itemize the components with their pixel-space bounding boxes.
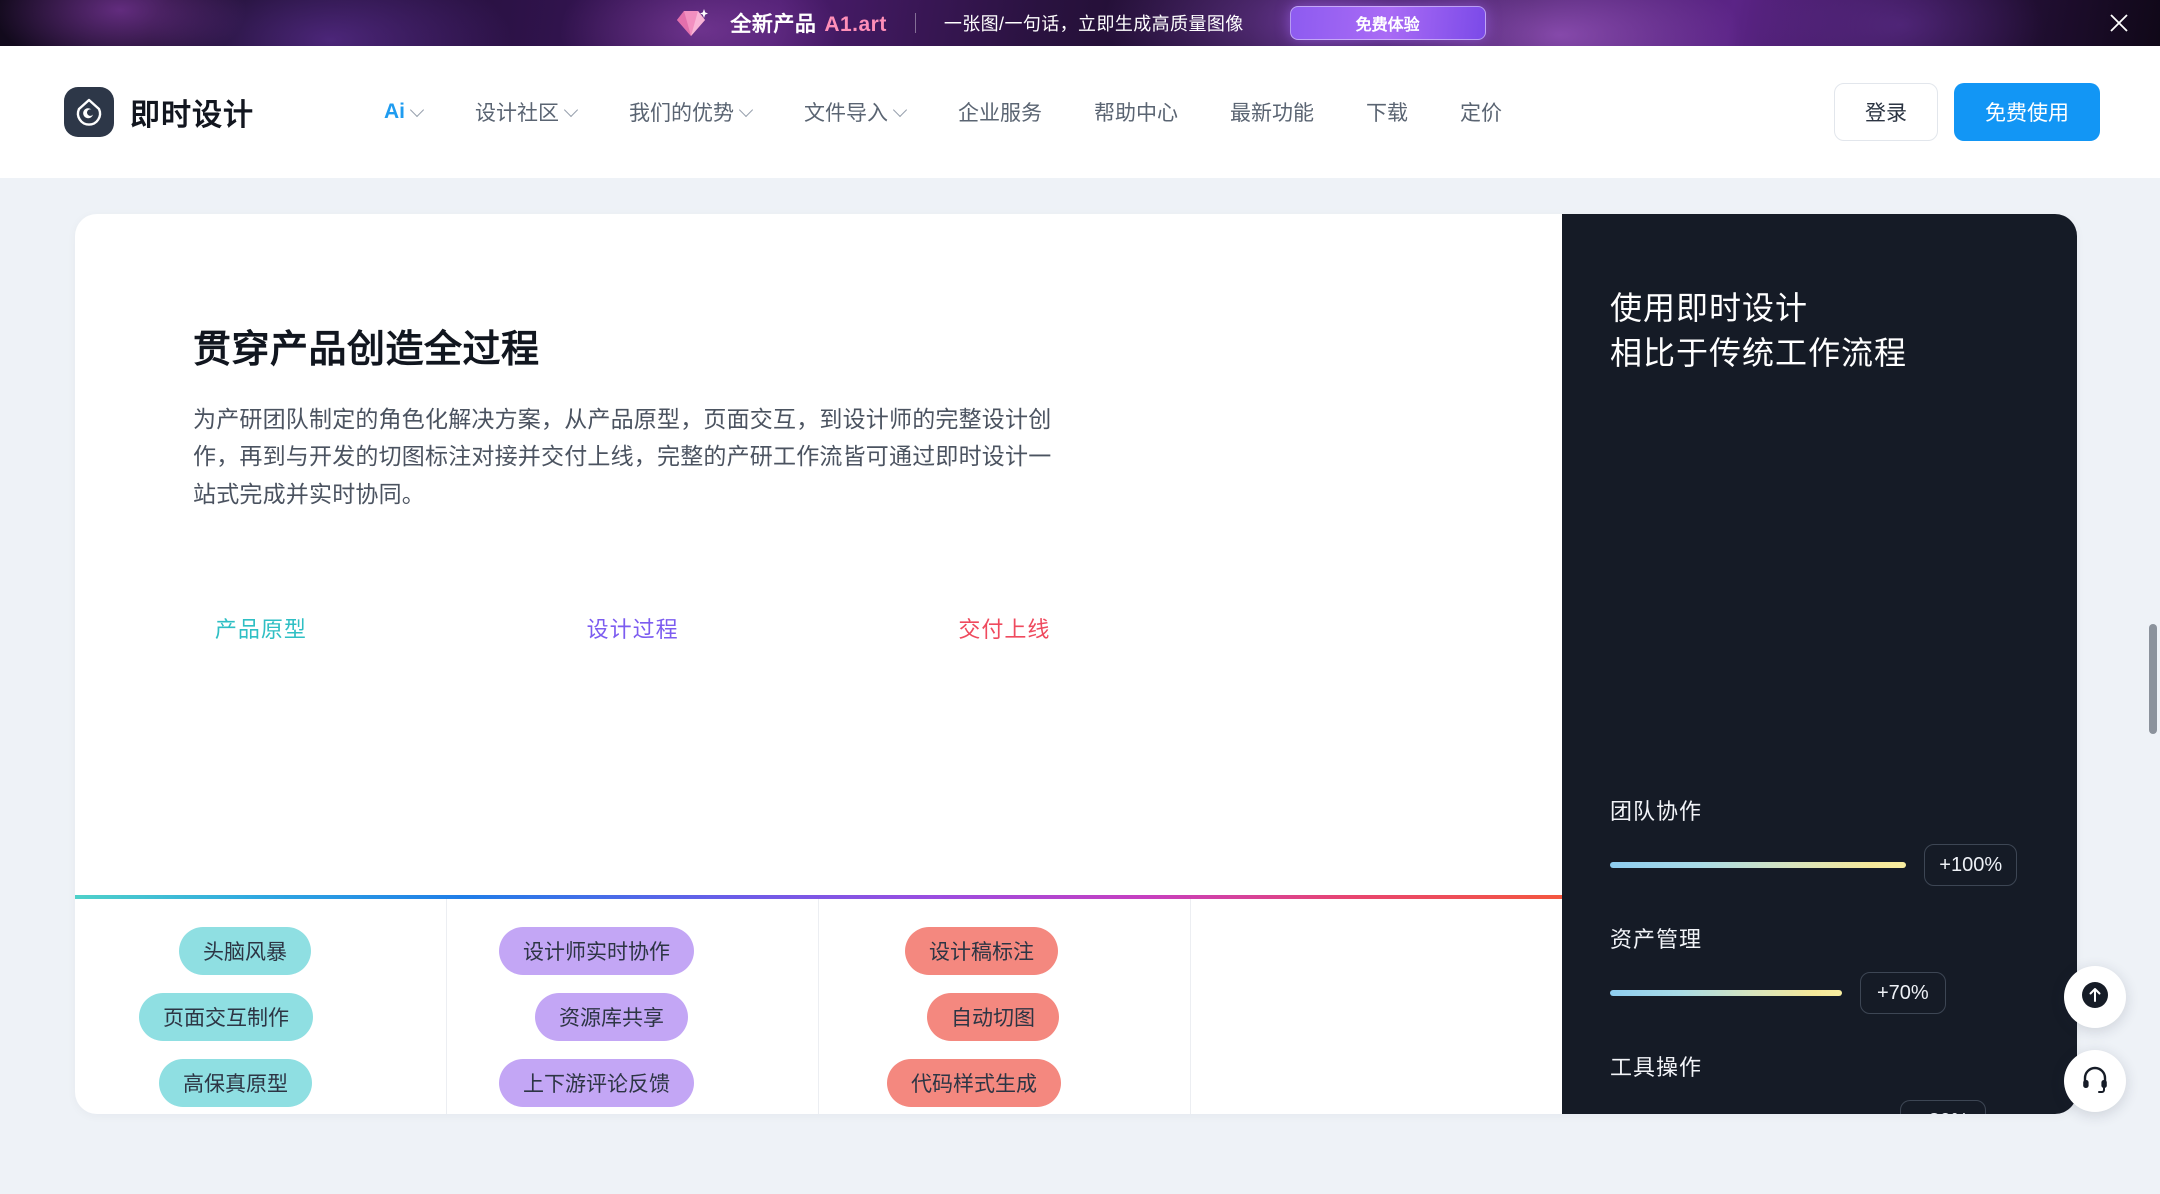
nav-item-enterprise-service[interactable]: 企业服务 bbox=[932, 97, 1068, 127]
close-icon[interactable] bbox=[2102, 6, 2136, 40]
workflow-tabs: 产品原型 设计过程 交付上线 bbox=[75, 612, 1562, 644]
page-body: 贯穿产品创造全过程 为产研团队制定的角色化解决方案，从产品原型，页面交互，到设计… bbox=[0, 178, 2160, 1194]
scrollbar[interactable] bbox=[2147, 178, 2157, 1194]
metric-label: 资产管理 bbox=[1610, 927, 1703, 952]
tab-product-prototype[interactable]: 产品原型 bbox=[75, 612, 447, 644]
metric-tool-operation: 工具操作 +80% bbox=[1610, 1050, 2017, 1114]
promo-banner: 全新产品 A1.art 一张图/一句话，立即生成高质量图像 免费体验 bbox=[0, 0, 2160, 46]
page-description: 为产研团队制定的角色化解决方案，从产品原型，页面交互，到设计师的完整设计创作，再… bbox=[193, 406, 1052, 507]
workflow-pill: 自动切图 bbox=[927, 993, 1059, 1041]
metric-team-collaboration: 团队协作 +100% bbox=[1610, 794, 2017, 886]
support-button[interactable] bbox=[2064, 1050, 2126, 1112]
workflow-column-prototype: 头脑风暴 页面交互制作 高保真原型 bbox=[75, 899, 447, 1114]
chevron-down-icon bbox=[741, 105, 752, 116]
promo-cta-button[interactable]: 免费体验 bbox=[1289, 6, 1486, 40]
nav-item-download[interactable]: 下载 bbox=[1340, 97, 1434, 127]
nav-item-label: 定价 bbox=[1460, 102, 1502, 125]
nav-item-label: 我们的优势 bbox=[629, 102, 734, 125]
nav-item-label: Ai bbox=[384, 100, 405, 123]
arrow-up-circle-icon bbox=[2080, 980, 2110, 1015]
nav-item-label: 下载 bbox=[1366, 102, 1408, 125]
tab-delivery-launch[interactable]: 交付上线 bbox=[819, 612, 1191, 644]
nav-item-latest-features[interactable]: 最新功能 bbox=[1204, 97, 1340, 127]
free-trial-button[interactable]: 免费使用 bbox=[1954, 83, 2100, 141]
workflow-header: 贯穿产品创造全过程 为产研团队制定的角色化解决方案，从产品原型，页面交互，到设计… bbox=[75, 278, 1562, 513]
nav-item-pricing[interactable]: 定价 bbox=[1434, 97, 1528, 127]
logo-text: 即时设计 bbox=[130, 99, 254, 132]
nav-item-label: 企业服务 bbox=[958, 102, 1042, 125]
metric-badge: +70% bbox=[1860, 972, 1946, 1014]
page-title: 贯穿产品创造全过程 bbox=[193, 329, 540, 371]
chevron-down-icon bbox=[895, 105, 906, 116]
metrics-list: 团队协作 +100% 资产管理 +70% 工具操作 bbox=[1610, 794, 2017, 1114]
metric-badge: +100% bbox=[1924, 844, 2017, 886]
metric-progress-bar bbox=[1610, 990, 1842, 996]
nav-item-file-import[interactable]: 文件导入 bbox=[778, 97, 932, 127]
workflow-pill: 资源库共享 bbox=[535, 993, 688, 1041]
promo-brand: A1.art bbox=[824, 13, 887, 36]
nav-item-ai[interactable]: Ai bbox=[358, 100, 449, 124]
headset-icon bbox=[2080, 1064, 2110, 1099]
promo-title-text: 全新产品 bbox=[730, 13, 817, 36]
comparison-title-line2: 相比于传统工作流程 bbox=[1610, 335, 1908, 372]
main-navigation: 即时设计 Ai 设计社区 我们的优势 文件导入 企业服务 帮助中心 最新功能 下… bbox=[0, 46, 2160, 178]
nav-item-our-advantages[interactable]: 我们的优势 bbox=[603, 97, 778, 127]
nav-item-label: 帮助中心 bbox=[1094, 102, 1178, 125]
login-button[interactable]: 登录 bbox=[1834, 83, 1938, 141]
workflow-pill: 页面交互制作 bbox=[139, 993, 313, 1041]
workflow-panel: 贯穿产品创造全过程 为产研团队制定的角色化解决方案，从产品原型，页面交互，到设计… bbox=[75, 214, 1562, 1114]
nav-item-label: 文件导入 bbox=[804, 102, 888, 125]
workflow-pill: 高保真原型 bbox=[159, 1059, 312, 1107]
workflow-pill: 头脑风暴 bbox=[179, 927, 311, 975]
promo-title: 全新产品 A1.art bbox=[730, 8, 887, 38]
droplet-logo-icon bbox=[64, 87, 114, 137]
feature-card: 贯穿产品创造全过程 为产研团队制定的角色化解决方案，从产品原型，页面交互，到设计… bbox=[75, 214, 2077, 1114]
metric-label: 团队协作 bbox=[1610, 799, 1703, 824]
workflow-pill: 设计师实时协作 bbox=[499, 927, 694, 975]
gem-icon bbox=[674, 8, 709, 38]
nav-item-design-community[interactable]: 设计社区 bbox=[449, 97, 603, 127]
workflow-pill: 上下游评论反馈 bbox=[499, 1059, 694, 1107]
chevron-down-icon bbox=[566, 105, 577, 116]
comparison-title: 使用即时设计 相比于传统工作流程 bbox=[1610, 286, 2017, 377]
metric-label: 工具操作 bbox=[1610, 1055, 1703, 1080]
metric-badge: +80% bbox=[1900, 1100, 1986, 1114]
promo-divider bbox=[914, 13, 916, 33]
chevron-down-icon bbox=[412, 105, 423, 116]
tab-spacer bbox=[1190, 612, 1562, 644]
workflow-column-delivery: 设计稿标注 自动切图 代码样式生成 bbox=[819, 899, 1191, 1114]
metric-asset-management: 资产管理 +70% bbox=[1610, 922, 2017, 1014]
tab-design-process[interactable]: 设计过程 bbox=[447, 612, 819, 644]
scroll-to-top-button[interactable] bbox=[2064, 966, 2126, 1028]
scrollbar-thumb[interactable] bbox=[2149, 624, 2157, 734]
nav-items: Ai 设计社区 我们的优势 文件导入 企业服务 帮助中心 最新功能 下载 定价 bbox=[358, 97, 1528, 127]
metric-progress-bar bbox=[1610, 862, 1907, 868]
comparison-panel: 使用即时设计 相比于传统工作流程 团队协作 +100% 资产管理 +70% 工具… bbox=[1562, 214, 2077, 1114]
workflow-columns: 头脑风暴 页面交互制作 高保真原型 设计师实时协作 资源库共享 上下游评论反馈 … bbox=[75, 899, 1562, 1114]
promo-subtitle: 一张图/一句话，立即生成高质量图像 bbox=[943, 14, 1244, 34]
nav-actions: 登录 免费使用 bbox=[1834, 83, 2100, 141]
workflow-column-empty bbox=[1191, 899, 1562, 1114]
nav-item-help-center[interactable]: 帮助中心 bbox=[1068, 97, 1204, 127]
comparison-title-line1: 使用即时设计 bbox=[1610, 290, 1809, 326]
workflow-pill: 设计稿标注 bbox=[905, 927, 1058, 975]
logo[interactable]: 即时设计 bbox=[64, 87, 254, 137]
nav-item-label: 最新功能 bbox=[1230, 102, 1314, 125]
nav-item-label: 设计社区 bbox=[475, 102, 559, 125]
workflow-pill: 代码样式生成 bbox=[887, 1059, 1061, 1107]
workflow-column-design: 设计师实时协作 资源库共享 上下游评论反馈 云端数据 bbox=[447, 899, 819, 1114]
